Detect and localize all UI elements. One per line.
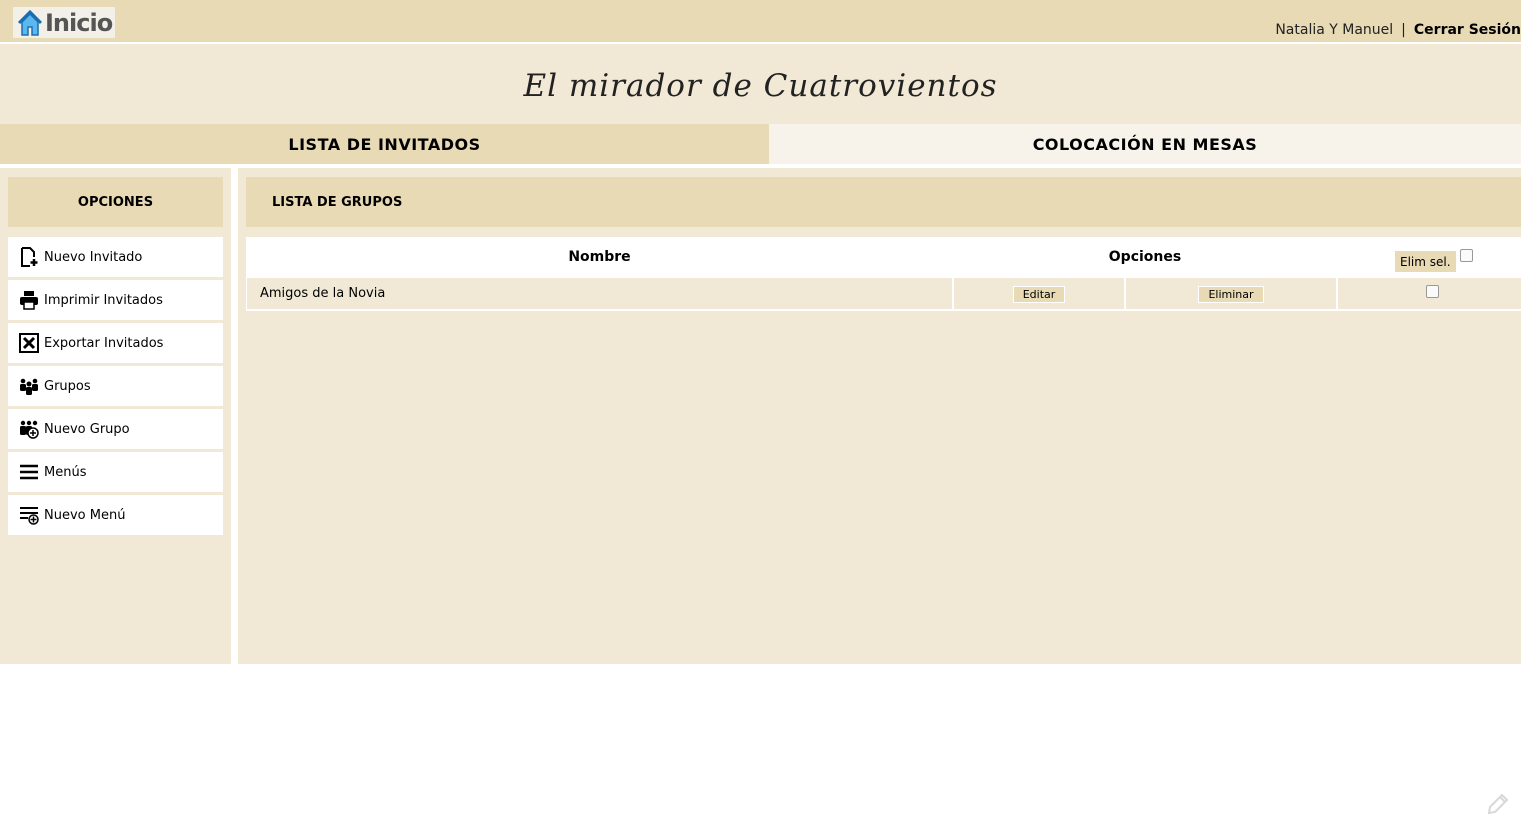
user-box: Natalia Y Manuel | Cerrar Sesión	[1275, 22, 1521, 38]
sidebar-item-new-guest[interactable]: Nuevo Invitado	[8, 237, 223, 277]
tab-guest-list[interactable]: LISTA DE INVITADOS	[0, 124, 769, 164]
sidebar-item-label: Nuevo Menú	[44, 507, 126, 523]
top-bar: Inicio Natalia Y Manuel | Cerrar Sesión	[0, 0, 1521, 44]
new-file-icon	[19, 247, 39, 267]
sidebar: OPCIONES Nuevo Invitado Imprimir Invitad…	[0, 168, 231, 664]
site-title: El mirador de Cuatrovientos	[523, 68, 998, 104]
house-icon	[17, 9, 43, 36]
select-all-checkbox[interactable]	[1460, 249, 1473, 262]
banner: El mirador de Cuatrovientos	[0, 44, 1521, 124]
sidebar-item-label: Nuevo Grupo	[44, 421, 130, 437]
home-button[interactable]: Inicio	[13, 7, 115, 38]
printer-icon	[19, 290, 39, 310]
sidebar-title: OPCIONES	[8, 177, 223, 227]
sidebar-item-label: Exportar Invitados	[44, 335, 164, 351]
sidebar-item-print-guests[interactable]: Imprimir Invitados	[8, 280, 223, 320]
excel-export-icon	[19, 333, 39, 353]
sidebar-item-menus[interactable]: Menús	[8, 452, 223, 492]
table-header-row: Nombre Opciones Elim sel.	[246, 237, 1521, 277]
main-header: LISTA DE GRUPOS	[246, 177, 1521, 227]
logout-link[interactable]: Cerrar Sesión	[1414, 22, 1521, 38]
group-name-cell: Amigos de la Novia	[247, 278, 952, 309]
row-select-checkbox[interactable]	[1426, 285, 1439, 298]
sidebar-item-new-menu[interactable]: Nuevo Menú	[8, 495, 223, 535]
user-name: Natalia Y Manuel	[1275, 22, 1394, 38]
delete-button[interactable]: Eliminar	[1198, 286, 1264, 303]
column-header-options: Opciones	[1108, 249, 1182, 265]
sidebar-item-label: Imprimir Invitados	[44, 292, 163, 308]
delete-cell: Eliminar	[1126, 278, 1336, 309]
sidebar-item-label: Nuevo Invitado	[44, 249, 143, 265]
sidebar-item-groups[interactable]: Grupos	[8, 366, 223, 406]
sidebar-item-label: Grupos	[44, 378, 91, 394]
edit-button[interactable]: Editar	[1012, 286, 1066, 303]
table-row: Amigos de la Novia Editar Eliminar	[246, 278, 1521, 309]
delete-selected-button[interactable]: Elim sel.	[1395, 251, 1456, 272]
home-label: Inicio	[45, 8, 113, 37]
header-separator: |	[1401, 22, 1406, 38]
pencil-icon[interactable]	[1486, 789, 1512, 815]
sidebar-item-label: Menús	[44, 464, 87, 480]
group-icon	[19, 376, 39, 396]
sidebar-item-export-guests[interactable]: Exportar Invitados	[8, 323, 223, 363]
column-header-name: Nombre	[568, 249, 631, 265]
edit-cell: Editar	[954, 278, 1124, 309]
main-title: LISTA DE GRUPOS	[272, 194, 403, 210]
group-name: Amigos de la Novia	[260, 286, 386, 301]
select-cell	[1338, 278, 1521, 309]
sidebar-item-new-group[interactable]: Nuevo Grupo	[8, 409, 223, 449]
menu-lines-icon	[19, 462, 39, 482]
groups-table: Nombre Opciones Elim sel. Amigos de la N…	[246, 237, 1521, 311]
add-menu-icon	[19, 505, 39, 525]
tab-bar: LISTA DE INVITADOS COLOCACIÓN EN MESAS	[0, 124, 1521, 164]
tab-table-seating[interactable]: COLOCACIÓN EN MESAS	[769, 124, 1521, 164]
main-panel: LISTA DE GRUPOS Nombre Opciones Elim sel…	[238, 168, 1521, 664]
add-group-icon	[19, 419, 39, 439]
